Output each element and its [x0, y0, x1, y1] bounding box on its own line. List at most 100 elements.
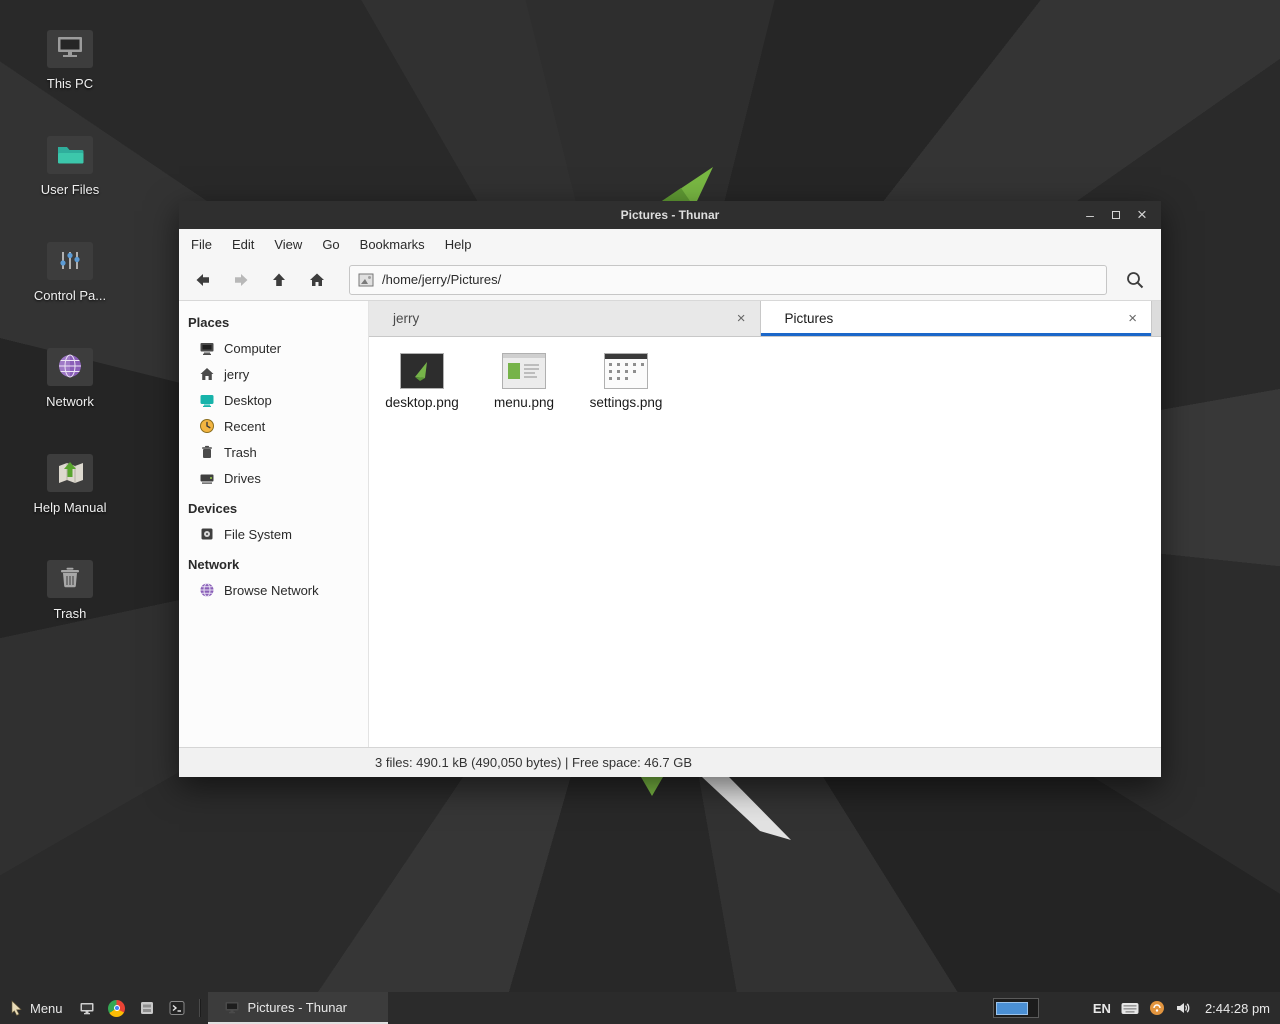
desktop-icon-label: Help Manual — [15, 500, 125, 515]
file-pane: jerry × Pictures × desktop.png — [369, 301, 1161, 747]
menu-go[interactable]: Go — [312, 233, 349, 256]
path-text: /home/jerry/Pictures/ — [382, 272, 501, 287]
clock-icon — [199, 418, 215, 434]
status-text: 3 files: 490.1 kB (490,050 bytes) | Free… — [375, 755, 692, 770]
sidebar-item-computer[interactable]: Computer — [179, 335, 368, 361]
sidebar-item-label: File System — [224, 527, 292, 542]
search-icon — [1125, 270, 1145, 290]
sidebar-section-places: Places — [179, 305, 368, 335]
desktop-icon — [199, 392, 215, 408]
desktop-icon-network[interactable]: Network — [15, 348, 125, 409]
tray-update-icon[interactable] — [1149, 1000, 1165, 1016]
menu-help[interactable]: Help — [435, 233, 482, 256]
back-icon — [195, 272, 211, 288]
keyboard-layout-indicator[interactable]: EN — [1093, 1001, 1111, 1016]
desktop-icon-label: Network — [15, 394, 125, 409]
desktop-icon-this-pc[interactable]: This PC — [15, 30, 125, 91]
terminal-launcher[interactable] — [162, 992, 192, 1024]
path-bar[interactable]: /home/jerry/Pictures/ — [349, 265, 1107, 295]
menu-view[interactable]: View — [264, 233, 312, 256]
home-button[interactable] — [303, 266, 331, 294]
window-content: Places Computer jerry Desktop Recent — [179, 301, 1161, 747]
desktop-icon-control-panel[interactable]: Control Pa... — [15, 242, 125, 303]
taskbar-tray: EN 2:44:28 pm — [993, 998, 1280, 1018]
file-menu-png[interactable]: menu.png — [473, 343, 575, 410]
file-settings-png[interactable]: settings.png — [575, 343, 677, 410]
map-icon — [47, 454, 93, 492]
titlebar[interactable]: Pictures - Thunar – × — [179, 201, 1161, 229]
sidebar-item-drives[interactable]: Drives — [179, 465, 368, 491]
desktop-screen: This PC User Files Control Pa... Network — [0, 0, 1280, 1024]
maximize-button[interactable] — [1103, 201, 1129, 229]
trash-icon — [199, 444, 215, 460]
tab-label: jerry — [393, 311, 419, 326]
desktop-icon-label: Control Pa... — [15, 288, 125, 303]
menu-edit[interactable]: Edit — [222, 233, 264, 256]
sidebar-section-network: Network — [179, 547, 368, 577]
sidebar-item-label: Recent — [224, 419, 265, 434]
clock[interactable]: 2:44:28 pm — [1201, 1001, 1270, 1016]
sidebar-item-home[interactable]: jerry — [179, 361, 368, 387]
menu-label: Menu — [30, 1001, 63, 1016]
back-button[interactable] — [189, 266, 217, 294]
file-thumbnail — [400, 353, 444, 389]
task-button-label: Pictures - Thunar — [248, 1000, 347, 1015]
sidebar-item-label: Trash — [224, 445, 257, 460]
desktop-icon-trash[interactable]: Trash — [15, 560, 125, 621]
search-button[interactable] — [1121, 266, 1149, 294]
sidebar-item-label: Browse Network — [224, 583, 319, 598]
task-button-thunar[interactable]: Pictures - Thunar — [208, 992, 388, 1024]
minimize-button[interactable]: – — [1077, 201, 1103, 229]
volume-icon[interactable] — [1175, 1000, 1191, 1016]
forward-button[interactable] — [227, 266, 255, 294]
pager-window — [996, 1002, 1028, 1015]
forward-icon — [233, 272, 249, 288]
maximize-icon — [1112, 211, 1120, 219]
home-icon — [199, 366, 215, 382]
file-view[interactable]: desktop.png menu.png settings.png — [369, 337, 1161, 747]
window-controls: – × — [1077, 201, 1161, 229]
file-name: desktop.png — [385, 395, 459, 410]
browser-icon — [108, 1000, 125, 1017]
tab-jerry[interactable]: jerry × — [369, 301, 761, 336]
sidebar-item-browse-network[interactable]: Browse Network — [179, 577, 368, 603]
toolbar: /home/jerry/Pictures/ — [179, 259, 1161, 301]
menu-button[interactable]: Menu — [0, 992, 72, 1024]
browser-launcher[interactable] — [102, 992, 132, 1024]
show-desktop-button[interactable] — [72, 992, 102, 1024]
up-button[interactable] — [265, 266, 293, 294]
files-launcher[interactable] — [132, 992, 162, 1024]
sidebar-item-label: Desktop — [224, 393, 272, 408]
menu-file[interactable]: File — [181, 233, 222, 256]
sidebar-item-label: jerry — [224, 367, 249, 382]
tab-close-icon[interactable]: × — [1114, 310, 1151, 327]
file-manager-icon — [139, 1000, 155, 1016]
menubar: File Edit View Go Bookmarks Help — [179, 229, 1161, 259]
desktop-icon-label: This PC — [15, 76, 125, 91]
keyboard-icon[interactable] — [1121, 1002, 1139, 1015]
tab-pictures[interactable]: Pictures × — [761, 301, 1153, 336]
tab-close-icon[interactable]: × — [723, 310, 760, 327]
desktop-icon-grid: This PC User Files Control Pa... Network — [15, 30, 125, 666]
file-name: settings.png — [590, 395, 663, 410]
menu-bookmarks[interactable]: Bookmarks — [350, 233, 435, 256]
sidebar-item-label: Drives — [224, 471, 261, 486]
desktop-icon-user-files[interactable]: User Files — [15, 136, 125, 197]
image-icon — [358, 273, 374, 287]
workspace-pager[interactable] — [993, 998, 1039, 1018]
thunar-window: Pictures - Thunar – × File Edit View Go … — [179, 201, 1161, 777]
window-title: Pictures - Thunar — [179, 208, 1161, 222]
monitor-icon — [79, 1000, 95, 1016]
sidebar-item-trash[interactable]: Trash — [179, 439, 368, 465]
sidebar-item-desktop[interactable]: Desktop — [179, 387, 368, 413]
desktop-icon-label: Trash — [15, 606, 125, 621]
computer-icon — [199, 340, 215, 356]
desktop-icon-help-manual[interactable]: Help Manual — [15, 454, 125, 515]
sidebar-item-file-system[interactable]: File System — [179, 521, 368, 547]
file-desktop-png[interactable]: desktop.png — [371, 343, 473, 410]
tab-label: Pictures — [785, 311, 834, 326]
sidebar-item-recent[interactable]: Recent — [179, 413, 368, 439]
up-icon — [271, 272, 287, 288]
close-button[interactable]: × — [1129, 201, 1155, 229]
taskbar: Menu Pictures - Thunar EN — [0, 992, 1280, 1024]
